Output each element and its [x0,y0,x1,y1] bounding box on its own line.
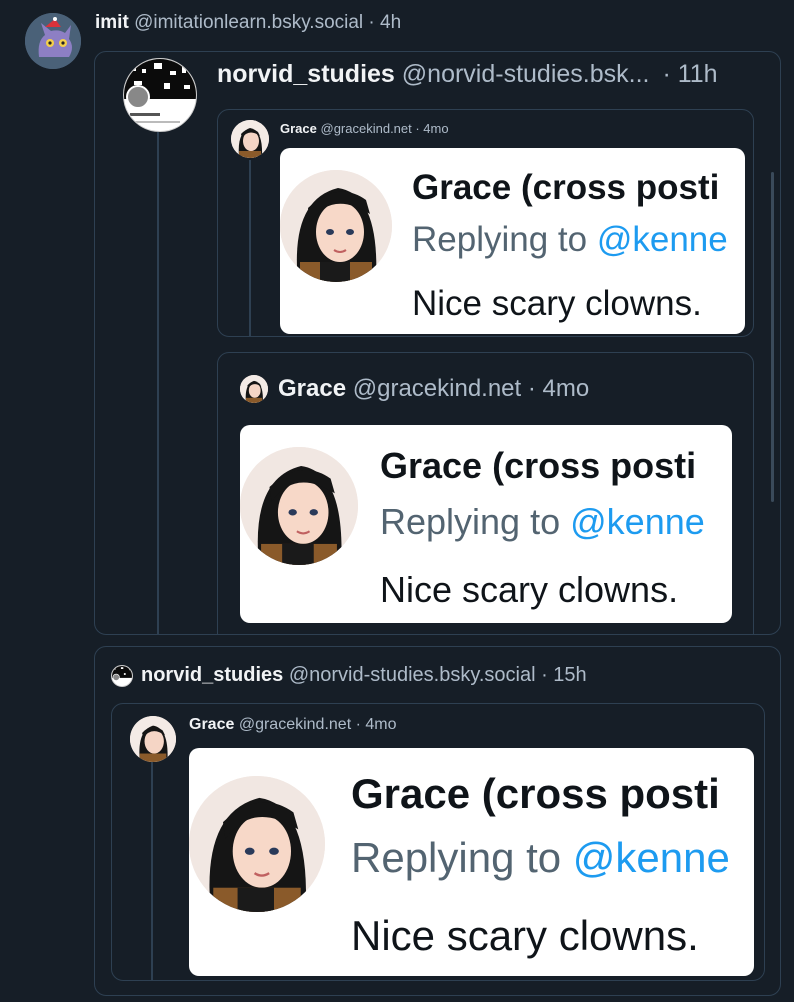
screenshot-replying: Replying to @kenne [351,834,730,882]
quote2-time[interactable]: · 15h [541,664,587,686]
grace-portrait-icon [240,447,358,565]
nested-quote-large[interactable]: Grace @gracekind.net · 4mo Grace (cross … [217,352,754,634]
screenshot-title: Grace (cross posti [351,770,720,817]
quote2-handle[interactable]: @norvid-studies.bsky.social [289,664,536,686]
thread-line [157,132,159,634]
nested-quote[interactable]: Grace @gracekind.net · 4mo Grace (cross … [111,703,765,981]
replying-handle: @kenne [572,834,730,881]
imit-avatar[interactable] [25,13,81,69]
post-author[interactable]: imit [95,12,129,33]
quote-card-1[interactable]: norvid_studies @norvid-studies.bsk... · … [94,51,781,635]
quote1-header: norvid_studies @norvid-studies.bsk... · … [217,60,718,89]
post-time[interactable]: · 4h [368,12,401,33]
screenshot-body: Nice scary clowns. [412,284,702,323]
nested-small-handle[interactable]: @gracekind.net · 4mo [321,121,449,136]
post-handle[interactable]: @imitationlearn.bsky.social [134,12,363,33]
thread-line [151,762,153,980]
grace-avatar[interactable] [231,120,269,158]
embedded-screenshot[interactable]: Grace (cross posti Replying to @kenne Ni… [280,148,745,334]
nested-header: Grace @gracekind.net · 4mo [189,716,397,734]
screenshot-replying: Replying to @kenne [412,220,728,260]
norvid-profile-icon [112,666,132,681]
screenshot-title: Grace (cross posti [380,445,697,486]
screenshot-body: Nice scary clowns. [351,912,699,959]
grace-portrait-icon [189,776,325,912]
nested-quote-small[interactable]: Grace @gracekind.net · 4mo Grace (cross … [217,109,754,337]
screenshot-title: Grace (cross posti [412,168,720,207]
replying-handle: @kenne [570,501,705,542]
grace-avatar[interactable] [130,716,176,762]
quote2-header: norvid_studies @norvid-studies.bsky.soci… [141,664,587,687]
nested-large-handle[interactable]: @gracekind.net [353,375,521,402]
nested-author[interactable]: Grace [189,716,234,733]
post-header: imit @imitationlearn.bsky.social · 4h [95,12,401,34]
replying-prefix: Replying to [412,220,588,259]
norvid-avatar[interactable] [123,58,197,132]
grace-portrait-image [240,447,358,565]
nested-time[interactable]: · 4mo [356,716,397,733]
grace-avatar-icon [240,375,268,403]
replying-prefix: Replying to [351,834,562,881]
embedded-screenshot[interactable]: Grace (cross posti Replying to @kenne Ni… [189,748,754,976]
scrollbar[interactable] [771,172,774,502]
quote-card-2[interactable]: norvid_studies @norvid-studies.bsky.soci… [94,646,781,996]
screenshot-body: Nice scary clowns. [380,569,679,610]
grace-avatar-icon [130,716,176,762]
quote1-author[interactable]: norvid_studies [217,60,395,88]
nested-large-time[interactable]: · 4mo [528,375,589,402]
grace-portrait-image [280,170,392,282]
nested-large-header: Grace @gracekind.net · 4mo [278,375,589,403]
norvid-profile-icon [124,59,196,123]
replying-handle: @kenne [596,220,728,259]
nested-large-author[interactable]: Grace [278,375,346,402]
thread-line [249,160,251,336]
grace-portrait-image [189,776,325,912]
replying-prefix: Replying to [380,501,561,542]
quote1-handle[interactable]: @norvid-studies.bsk... [402,60,650,88]
nested-small-author[interactable]: Grace [280,121,317,136]
quote2-author[interactable]: norvid_studies [141,664,283,686]
nested-small-header: Grace @gracekind.net · 4mo [280,121,449,136]
norvid-avatar[interactable] [111,665,133,687]
embedded-screenshot[interactable]: Grace (cross posti Replying to @kenne Ni… [240,425,732,623]
screenshot-replying: Replying to @kenne [380,501,705,543]
grace-portrait-icon [280,170,392,282]
grace-avatar[interactable] [240,375,268,403]
grace-avatar-icon [231,120,269,158]
nested-handle[interactable]: @gracekind.net [239,716,351,733]
cat-avatar-icon [25,13,81,69]
quote1-time[interactable]: · 11h [662,60,717,88]
